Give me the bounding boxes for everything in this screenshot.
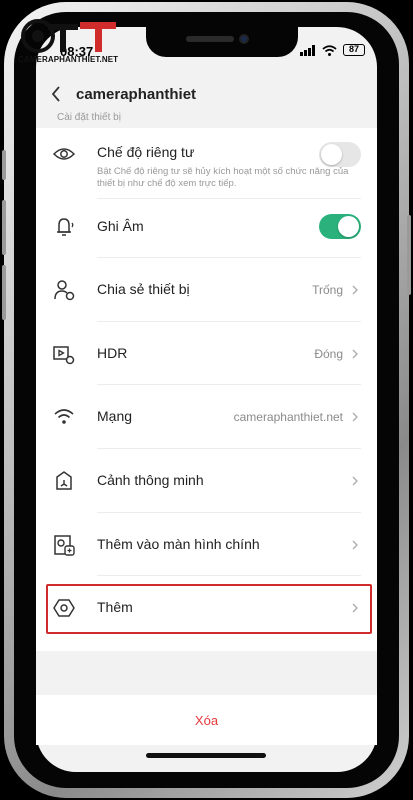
smart-scene-label: Cảnh thông minh xyxy=(97,472,204,488)
share-device-value: Trống xyxy=(312,283,343,297)
network-label: Mạng xyxy=(97,408,133,424)
audio-recording-toggle[interactable] xyxy=(319,214,361,239)
share-device-label: Chia sẻ thiết bị xyxy=(97,281,190,297)
share-device-row[interactable]: Chia sẻ thiết bị Trống xyxy=(36,258,377,321)
wifi-icon xyxy=(322,44,337,56)
more-label: Thêm xyxy=(97,599,133,615)
power-button xyxy=(407,215,411,295)
microphone-bell-icon xyxy=(57,218,74,236)
delete-device-button[interactable]: Xóa xyxy=(36,695,377,745)
toggle-knob xyxy=(321,144,342,165)
smart-scene-row[interactable]: Cảnh thông minh xyxy=(36,449,377,512)
chevron-left-icon xyxy=(51,86,60,102)
network-row[interactable]: Mạng cameraphanthiet.net xyxy=(36,385,377,448)
section-label: Cài đặt thiết bị xyxy=(57,112,121,123)
chevron-right-icon xyxy=(352,603,358,613)
volume-up-button xyxy=(2,200,6,255)
hdr-video-icon xyxy=(53,346,75,365)
delete-label: Xóa xyxy=(194,712,219,728)
hdr-row[interactable]: HDR Đóng xyxy=(36,322,377,385)
page-title: cameraphanthiet xyxy=(76,85,197,103)
privacy-mode-label: Chế độ riêng tư xyxy=(97,144,195,160)
chevron-right-icon xyxy=(352,285,358,295)
network-value: cameraphanthiet.net xyxy=(233,410,343,424)
add-to-home-label: Thêm vào màn hình chính xyxy=(97,536,260,552)
cellular-signal-icon xyxy=(300,44,315,56)
eye-icon xyxy=(52,148,76,160)
mute-switch xyxy=(2,150,6,180)
more-row[interactable]: Thêm xyxy=(36,576,377,639)
share-user-icon xyxy=(54,280,75,301)
back-button[interactable] xyxy=(36,86,76,102)
privacy-mode-description: Bật Chế độ riêng tư sẽ hủy kích hoạt một… xyxy=(97,166,349,189)
hdr-label: HDR xyxy=(97,345,128,361)
privacy-mode-toggle[interactable] xyxy=(319,142,361,167)
add-to-home-icon xyxy=(54,535,75,556)
watermark-text: CAMERAPHANTHIET.NET xyxy=(18,55,119,64)
front-camera xyxy=(239,34,249,44)
speaker xyxy=(186,36,234,42)
settings-list: Chế độ riêng tư Bật Chế độ riêng tư sẽ h… xyxy=(36,128,377,651)
notch xyxy=(146,27,298,57)
battery-indicator: 87 xyxy=(343,44,365,56)
chevron-right-icon xyxy=(352,476,358,486)
smart-scene-icon xyxy=(56,471,72,490)
chevron-right-icon xyxy=(352,349,358,359)
add-to-home-row[interactable]: Thêm vào màn hình chính xyxy=(36,513,377,576)
status-icons: 87 xyxy=(300,44,365,56)
chevron-right-icon xyxy=(352,540,358,550)
chevron-right-icon xyxy=(352,412,358,422)
privacy-mode-row: Chế độ riêng tư Bật Chế độ riêng tư sẽ h… xyxy=(36,140,377,200)
audio-recording-row: Ghi Âm xyxy=(36,199,377,255)
toggle-knob xyxy=(338,216,359,237)
home-indicator xyxy=(146,753,266,758)
wifi-icon xyxy=(54,409,74,424)
hexagon-settings-icon xyxy=(53,599,75,617)
audio-recording-label: Ghi Âm xyxy=(97,218,144,234)
volume-down-button xyxy=(2,265,6,320)
hdr-value: Đóng xyxy=(314,347,343,361)
nav-bar: cameraphanthiet xyxy=(36,74,377,114)
